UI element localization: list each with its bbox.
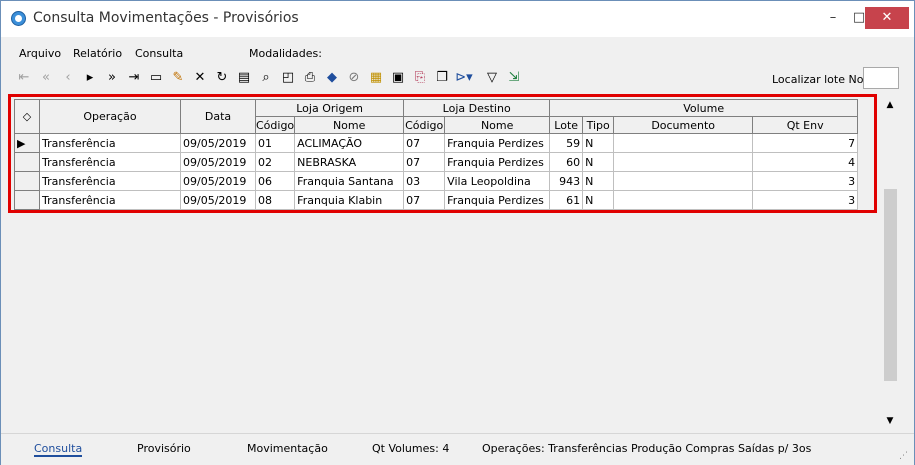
operacoes-status: Operações: Transferências Produção Compr…	[482, 442, 812, 455]
status-bar: Consulta Provisório Movimentação Qt Volu…	[1, 433, 914, 465]
print-icon[interactable]: ⎙	[301, 69, 319, 87]
tab-movimentacao[interactable]: Movimentação	[247, 442, 328, 455]
minimize-button[interactable]: –	[821, 7, 845, 29]
new-icon[interactable]: ▭	[147, 69, 165, 87]
highlight-frame	[8, 94, 877, 213]
tab-provisorio[interactable]: Provisório	[137, 442, 191, 455]
filter-icon[interactable]: ▦	[367, 69, 385, 87]
preview-icon[interactable]: ◰	[279, 69, 297, 87]
last-icon[interactable]: ⇥	[125, 69, 143, 87]
refresh-icon[interactable]: ↻	[213, 69, 231, 87]
window-icon[interactable]: ❐	[433, 69, 451, 87]
toolbar: ⇤ « ‹ ▸ » ⇥ ▭ ✎ ✕ ↻ ▤ ⌕ ◰ ⎙ ◆ ⊘ ▦ ▣ ⎘ ❐ …	[1, 65, 914, 91]
app-window: Consulta Movimentações - Provisórios – □…	[0, 0, 915, 465]
export-icon[interactable]: ⎘	[411, 69, 429, 87]
scroll-up-icon[interactable]: ▲	[881, 97, 899, 113]
save-icon[interactable]: ▣	[389, 69, 407, 87]
menu-modalidades[interactable]: Modalidades:	[249, 47, 322, 60]
next-icon[interactable]: ▸	[81, 69, 99, 87]
exit-icon[interactable]: ⇲	[505, 69, 523, 87]
scroll-down-icon[interactable]: ▼	[881, 413, 899, 429]
delete-icon[interactable]: ✕	[191, 69, 209, 87]
resize-grip-icon[interactable]: ⋰	[899, 451, 908, 461]
next-page-icon[interactable]: »	[103, 69, 121, 87]
close-button[interactable]: ✕	[865, 7, 909, 29]
qt-volumes-status: Qt Volumes: 4	[372, 442, 450, 455]
tab-consulta[interactable]: Consulta	[34, 442, 83, 457]
menu-consulta[interactable]: Consulta	[135, 47, 183, 60]
search-icon[interactable]: ⌕	[257, 69, 275, 87]
prev-page-icon[interactable]: «	[37, 69, 55, 87]
edit-icon[interactable]: ✎	[169, 69, 187, 87]
localizar-lote-label: Localizar lote No	[772, 73, 864, 86]
menu-relatorio[interactable]: Relatório	[73, 47, 122, 60]
first-icon[interactable]: ⇤	[15, 69, 33, 87]
goto-icon[interactable]: ⊘	[345, 69, 363, 87]
menu-bar: Arquivo Relatório Consulta Modalidades:	[1, 43, 914, 63]
prev-icon[interactable]: ‹	[59, 69, 77, 87]
app-icon	[11, 11, 26, 26]
vertical-scrollbar[interactable]: ▲ ▼	[881, 97, 899, 429]
funnel-icon[interactable]: ▽	[483, 69, 501, 87]
window-title: Consulta Movimentações - Provisórios	[33, 10, 299, 26]
properties-icon[interactable]: ▤	[235, 69, 253, 87]
scroll-thumb[interactable]	[884, 189, 897, 381]
localizar-lote-input[interactable]	[863, 67, 899, 89]
menu-arquivo[interactable]: Arquivo	[19, 47, 61, 60]
view-icon[interactable]: ⊳▾	[455, 69, 473, 87]
title-bar: Consulta Movimentações - Provisórios – □…	[1, 1, 914, 37]
tag-icon[interactable]: ◆	[323, 69, 341, 87]
